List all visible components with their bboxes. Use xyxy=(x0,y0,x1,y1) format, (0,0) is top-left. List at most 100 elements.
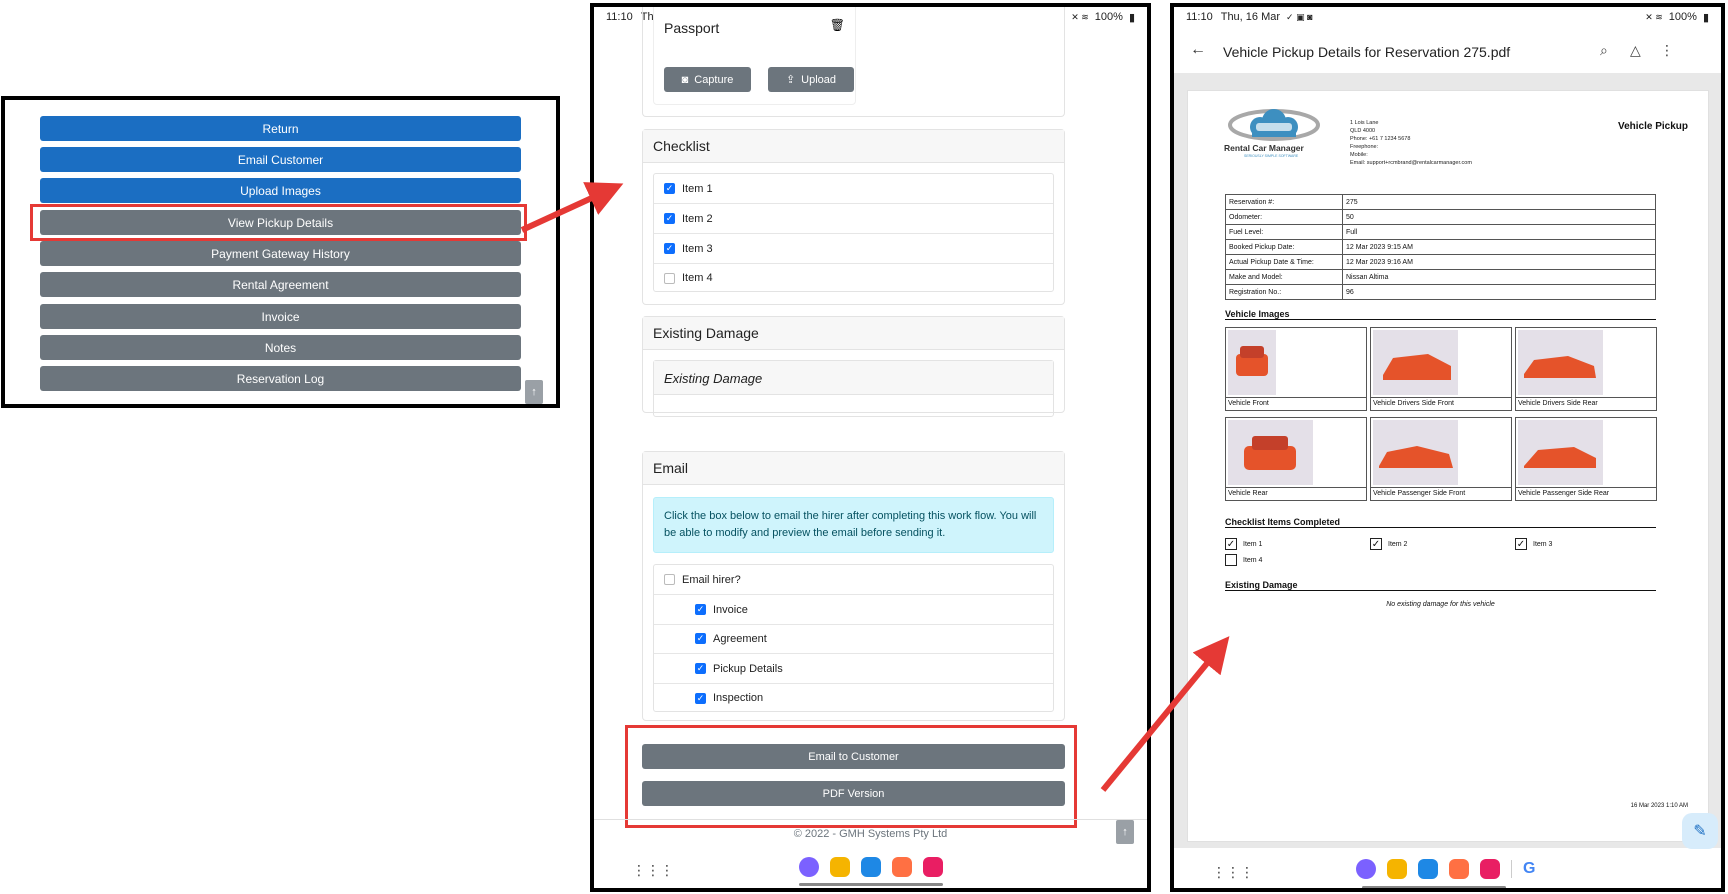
checklist-item[interactable]: Item 4 xyxy=(654,263,1053,293)
existing-damage-subtitle: Existing Damage xyxy=(654,361,1053,395)
checkbox-checked-icon[interactable]: ✓ xyxy=(695,663,706,674)
checkbox-unchecked-icon[interactable] xyxy=(664,574,675,585)
email-option-row[interactable]: ✓ Inspection xyxy=(654,683,1053,713)
home-indicator xyxy=(799,883,943,886)
pdf-checklist-item: Item 4 xyxy=(1225,554,1262,566)
more-options-icon[interactable]: ⋮ xyxy=(1660,42,1674,59)
calendar-app-icon[interactable] xyxy=(1418,859,1438,879)
arrow-up-icon: ↑ xyxy=(1122,826,1128,838)
checklist-item[interactable]: ✓ Item 2 xyxy=(654,204,1053,234)
checkmark-icon: ✓ xyxy=(1370,538,1382,550)
table-row: Fuel Level: Full xyxy=(1225,224,1656,240)
battery-level: 100% xyxy=(1668,11,1697,23)
upload-images-button[interactable]: Upload Images xyxy=(40,178,521,203)
vehicle-image-cell: Vehicle Drivers Side Rear xyxy=(1515,327,1657,411)
email-option-row[interactable]: ✓ Pickup Details xyxy=(654,654,1053,684)
upload-icon: ⇪ xyxy=(785,74,796,86)
email-hirer-row[interactable]: Email hirer? xyxy=(654,565,1053,595)
passport-card: Passport 🗑 ◙ Capture ⇪ Upload xyxy=(653,7,856,105)
contacts-app-icon[interactable] xyxy=(1449,859,1469,879)
wifi-icon: ✕ ≋ xyxy=(1645,11,1663,22)
email-option-row[interactable]: ✓ Agreement xyxy=(654,624,1053,654)
email-info-alert: Click the box below to email the hirer a… xyxy=(653,497,1054,553)
empty-box-icon xyxy=(1225,554,1237,566)
pdf-existing-damage-title: Existing Damage xyxy=(1225,580,1656,591)
scroll-to-top-button[interactable]: ↑ xyxy=(525,380,543,404)
rental-agreement-button[interactable]: Rental Agreement xyxy=(40,272,521,297)
checklist-card: Checklist ✓ Item 1 ✓ Item 2 ✓ Item 3 Item 4 xyxy=(642,129,1065,305)
car-passenger-rear-image xyxy=(1518,420,1603,485)
trash-icon[interactable]: 🗑 xyxy=(830,18,845,32)
table-row: Booked Pickup Date: 12 Mar 2023 9:15 AM xyxy=(1225,239,1656,255)
email-option-row[interactable]: ✓ Invoice xyxy=(654,595,1053,625)
checkmark-icon: ✓ xyxy=(1225,538,1237,550)
pdf-checklist-item: ✓ Item 2 xyxy=(1370,538,1408,550)
payment-gateway-history-button[interactable]: Payment Gateway History xyxy=(40,241,521,266)
app-drawer-icon[interactable]: ⋮⋮⋮ xyxy=(632,862,674,879)
google-app-icon[interactable]: G xyxy=(1523,860,1535,878)
table-row: Odometer: 50 xyxy=(1225,209,1656,225)
drive-icon[interactable]: △ xyxy=(1630,42,1641,59)
capture-button[interactable]: ◙ Capture xyxy=(664,67,751,92)
logo-tagline: SERIOUSLY SIMPLE SOFTWARE xyxy=(1244,154,1299,158)
files-app-icon[interactable] xyxy=(1387,859,1407,879)
checkbox-checked-icon[interactable]: ✓ xyxy=(695,692,706,704)
app-drawer-icon[interactable]: ⋮⋮⋮ xyxy=(1212,864,1254,881)
scroll-to-top-button[interactable]: ↑ xyxy=(1116,820,1134,844)
checklist-item[interactable]: ✓ Item 1 xyxy=(654,174,1053,204)
logo-text: Rental Car Manager xyxy=(1224,143,1304,153)
checkbox-checked-icon[interactable]: ✓ xyxy=(664,243,675,254)
footer-divider xyxy=(594,819,1147,820)
checkbox-checked-icon[interactable]: ✓ xyxy=(664,183,675,194)
email-customer-button[interactable]: Email Customer xyxy=(40,147,521,172)
car-side-front-image xyxy=(1373,330,1458,395)
contacts-app-icon[interactable] xyxy=(892,857,912,877)
checkbox-checked-icon[interactable]: ✓ xyxy=(695,604,706,615)
vehicle-image-cell: Vehicle Front xyxy=(1225,327,1367,411)
vehicle-image-cell: Vehicle Passenger Side Front xyxy=(1370,417,1512,501)
checklist-item[interactable]: ✓ Item 3 xyxy=(654,234,1053,264)
back-arrow-icon[interactable]: ← xyxy=(1190,41,1206,59)
vehicle-images-title: Vehicle Images xyxy=(1225,309,1656,320)
edit-pen-icon[interactable]: ✎ xyxy=(1682,813,1718,849)
checkbox-unchecked-icon[interactable] xyxy=(664,272,675,284)
document-heading: Vehicle Pickup xyxy=(1617,121,1688,132)
page-footer: © 2022 - GMH Systems Pty Ltd xyxy=(793,828,948,840)
battery-icon: ▮ xyxy=(1702,11,1709,24)
vehicle-image-cell: Vehicle Passenger Side Rear xyxy=(1515,417,1657,501)
table-row: Registration No.: 96 xyxy=(1225,284,1656,300)
checkbox-checked-icon[interactable]: ✓ xyxy=(664,213,675,224)
notes-button[interactable]: Notes xyxy=(40,335,521,360)
camera-app-icon[interactable] xyxy=(1480,859,1500,879)
pdf-footer-date: 16 Mar 2023 1:10 AM xyxy=(1630,803,1688,809)
taskbar: G xyxy=(1356,859,1535,879)
status-time: 11:10 xyxy=(606,11,633,23)
return-button[interactable]: Return xyxy=(40,116,521,141)
checkbox-checked-icon[interactable]: ✓ xyxy=(695,633,706,644)
search-document-icon[interactable]: ⌕ xyxy=(1600,42,1608,59)
pdf-viewer-panel: 11:10 Thu, 16 Mar ✓ ▣ ◙ ✕ ≋ 100% ▮ ← Veh… xyxy=(1170,3,1725,892)
car-passenger-front-image xyxy=(1373,420,1458,485)
car-rear-image xyxy=(1228,420,1313,485)
internet-app-icon[interactable] xyxy=(1356,859,1376,879)
camera-app-icon[interactable] xyxy=(923,857,943,877)
table-row: Reservation #: 275 xyxy=(1225,194,1656,210)
car-side-rear-image xyxy=(1518,330,1603,395)
existing-damage-title: Existing Damage xyxy=(643,317,1064,350)
pickup-details-table: Reservation #: 275 Odometer: 50 Fuel Level… xyxy=(1225,194,1656,300)
email-options-list: Email hirer? ✓ Invoice ✓ Agreement ✓ Pickup… xyxy=(653,564,1054,712)
no-damage-text: No existing damage for this vehicle xyxy=(1386,601,1495,608)
pdf-title: Vehicle Pickup Details for Reservation 2… xyxy=(1223,44,1511,60)
internet-app-icon[interactable] xyxy=(799,857,819,877)
vehicle-image-cell: Vehicle Rear xyxy=(1225,417,1367,501)
calendar-app-icon[interactable] xyxy=(861,857,881,877)
status-time: 11:10 xyxy=(1186,11,1213,23)
files-app-icon[interactable] xyxy=(830,857,850,877)
taskbar-divider xyxy=(1511,860,1512,878)
upload-button[interactable]: ⇪ Upload xyxy=(768,67,854,92)
invoice-button[interactable]: Invoice xyxy=(40,304,521,329)
reservation-log-button[interactable]: Reservation Log xyxy=(40,366,521,391)
checklist-list: ✓ Item 1 ✓ Item 2 ✓ Item 3 Item 4 xyxy=(653,173,1054,292)
highlight-view-pickup xyxy=(30,204,527,241)
checkmark-icon: ✓ xyxy=(1515,538,1527,550)
